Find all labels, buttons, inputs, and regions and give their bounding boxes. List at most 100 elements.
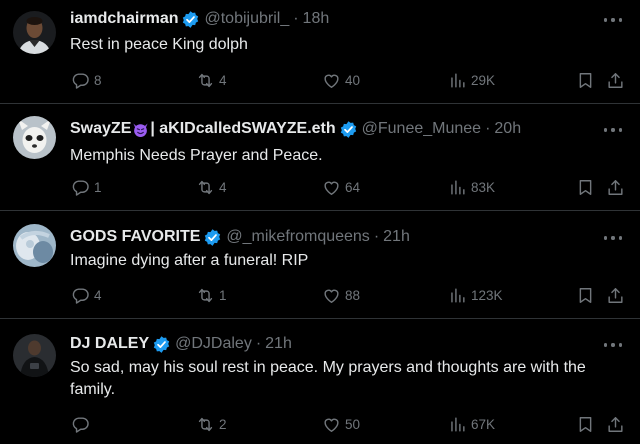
reply-count: 8 xyxy=(94,72,102,88)
like-button[interactable]: 88 xyxy=(322,285,360,305)
reply-button[interactable]: 1 xyxy=(71,177,102,197)
retweet-icon xyxy=(198,73,213,87)
views-button[interactable]: 67K xyxy=(448,414,495,434)
timestamp[interactable]: 20h xyxy=(494,120,521,138)
retweet-count: 4 xyxy=(219,179,227,195)
bookmark-icon xyxy=(579,179,592,195)
share-button[interactable] xyxy=(606,414,625,434)
handle[interactable]: @Funee_Munee xyxy=(362,120,481,138)
verified-badge-icon xyxy=(183,10,199,28)
separator-dot: · xyxy=(293,10,299,27)
share-button[interactable] xyxy=(606,177,625,197)
tweet-text: Rest in peace King dolph xyxy=(70,36,248,53)
avatar[interactable] xyxy=(13,11,56,54)
share-icon xyxy=(608,72,623,88)
handle[interactable]: @DJDaley xyxy=(175,335,252,353)
tweet[interactable]: iamdchairman @tobijubril_ · 18h Rest in … xyxy=(0,0,640,104)
reply-count: 1 xyxy=(94,179,102,195)
views-button[interactable]: 83K xyxy=(448,177,495,197)
share-icon xyxy=(608,287,623,303)
tweet-text: Imagine dying after a funeral! RIP xyxy=(70,252,309,269)
more-icon[interactable] xyxy=(604,342,622,348)
timestamp[interactable]: 18h xyxy=(303,10,330,28)
reply-icon xyxy=(72,179,89,196)
more-icon[interactable] xyxy=(604,17,622,23)
retweet-icon xyxy=(198,417,213,431)
views-button[interactable]: 123K xyxy=(448,285,503,305)
reply-icon xyxy=(72,416,89,433)
verified-badge-icon xyxy=(340,120,356,138)
retweet-icon xyxy=(198,180,213,194)
reply-button[interactable]: 4 xyxy=(71,285,102,305)
share-button[interactable] xyxy=(606,285,625,305)
tweet-text: So sad, may his soul rest in peace. My p… xyxy=(70,359,586,398)
tweet-header: iamdchairman @tobijubril_ · 18h xyxy=(70,8,329,30)
views-count: 67K xyxy=(471,416,496,432)
like-button[interactable]: 50 xyxy=(322,414,360,434)
views-icon xyxy=(451,287,465,303)
tweet-feed: iamdchairman @tobijubril_ · 18h Rest in … xyxy=(0,0,640,444)
timestamp[interactable]: 21h xyxy=(265,335,292,353)
more-icon[interactable] xyxy=(604,127,622,133)
tweet[interactable]: GODS FAVORITE @_mikefromqueens · 21h Ima… xyxy=(0,211,640,319)
retweet-button[interactable]: 4 xyxy=(196,177,227,197)
tweet[interactable]: SwayZE | aKIDcalledSWAYZE.eth @Funee_Mun… xyxy=(0,104,640,211)
like-icon xyxy=(324,418,339,432)
bookmark-button[interactable] xyxy=(576,70,595,90)
bookmark-icon xyxy=(579,72,592,88)
display-name[interactable]: GODS FAVORITE xyxy=(70,228,200,246)
verified-badge-icon xyxy=(205,228,221,246)
tweet-text: Memphis Needs Prayer and Peace. xyxy=(70,147,323,164)
tweet[interactable]: DJ DALEY @DJDaley · 21h So sad, may his … xyxy=(0,319,640,444)
bookmark-button[interactable] xyxy=(576,414,595,434)
like-button[interactable]: 40 xyxy=(322,70,360,90)
reply-button[interactable]: 8 xyxy=(71,70,102,90)
display-name[interactable]: iamdchairman xyxy=(70,10,178,28)
share-icon xyxy=(608,179,623,195)
bookmark-icon xyxy=(579,416,592,432)
retweet-count: 4 xyxy=(219,72,227,88)
bookmark-icon xyxy=(579,287,592,303)
reply-count: 4 xyxy=(94,287,102,303)
share-icon xyxy=(608,416,623,432)
like-button[interactable]: 64 xyxy=(322,177,360,197)
separator-dot: · xyxy=(255,335,262,352)
like-count: 50 xyxy=(345,416,361,432)
avatar[interactable] xyxy=(13,116,56,159)
avatar[interactable] xyxy=(13,334,56,377)
reply-icon xyxy=(72,287,89,304)
views-icon xyxy=(451,72,465,88)
smiling-devil-emoji xyxy=(133,122,148,137)
tweet-header: GODS FAVORITE @_mikefromqueens · 21h xyxy=(70,226,410,248)
reply-icon xyxy=(72,72,89,89)
bookmark-button[interactable] xyxy=(576,177,595,197)
tweet-header: DJ DALEY @DJDaley · 21h xyxy=(70,333,292,355)
retweet-button[interactable]: 1 xyxy=(196,285,227,305)
handle[interactable]: @tobijubril_ xyxy=(204,10,289,28)
views-icon xyxy=(451,416,465,432)
avatar[interactable] xyxy=(13,224,56,267)
timestamp[interactable]: 21h xyxy=(383,228,410,246)
views-count: 83K xyxy=(471,179,496,195)
views-count: 29K xyxy=(471,72,496,88)
retweet-button[interactable]: 2 xyxy=(196,414,227,434)
reply-button[interactable] xyxy=(71,414,94,434)
views-button[interactable]: 29K xyxy=(448,70,495,90)
like-icon xyxy=(324,74,339,88)
display-name[interactable]: SwayZE xyxy=(70,120,131,138)
like-count: 88 xyxy=(345,287,361,303)
share-button[interactable] xyxy=(606,70,625,90)
tweet-header: SwayZE | aKIDcalledSWAYZE.eth @Funee_Mun… xyxy=(70,118,521,140)
retweet-button[interactable]: 4 xyxy=(196,70,227,90)
retweet-icon xyxy=(198,288,213,302)
views-icon xyxy=(451,179,465,195)
handle[interactable]: @_mikefromqueens xyxy=(226,228,369,246)
retweet-count: 2 xyxy=(219,416,227,432)
like-icon xyxy=(324,181,339,195)
display-name-suffix[interactable]: | aKIDcalledSWAYZE.eth xyxy=(150,120,335,138)
like-icon xyxy=(324,289,339,303)
display-name[interactable]: DJ DALEY xyxy=(70,335,149,353)
more-icon[interactable] xyxy=(604,235,622,241)
retweet-count: 1 xyxy=(219,287,227,303)
bookmark-button[interactable] xyxy=(576,285,595,305)
